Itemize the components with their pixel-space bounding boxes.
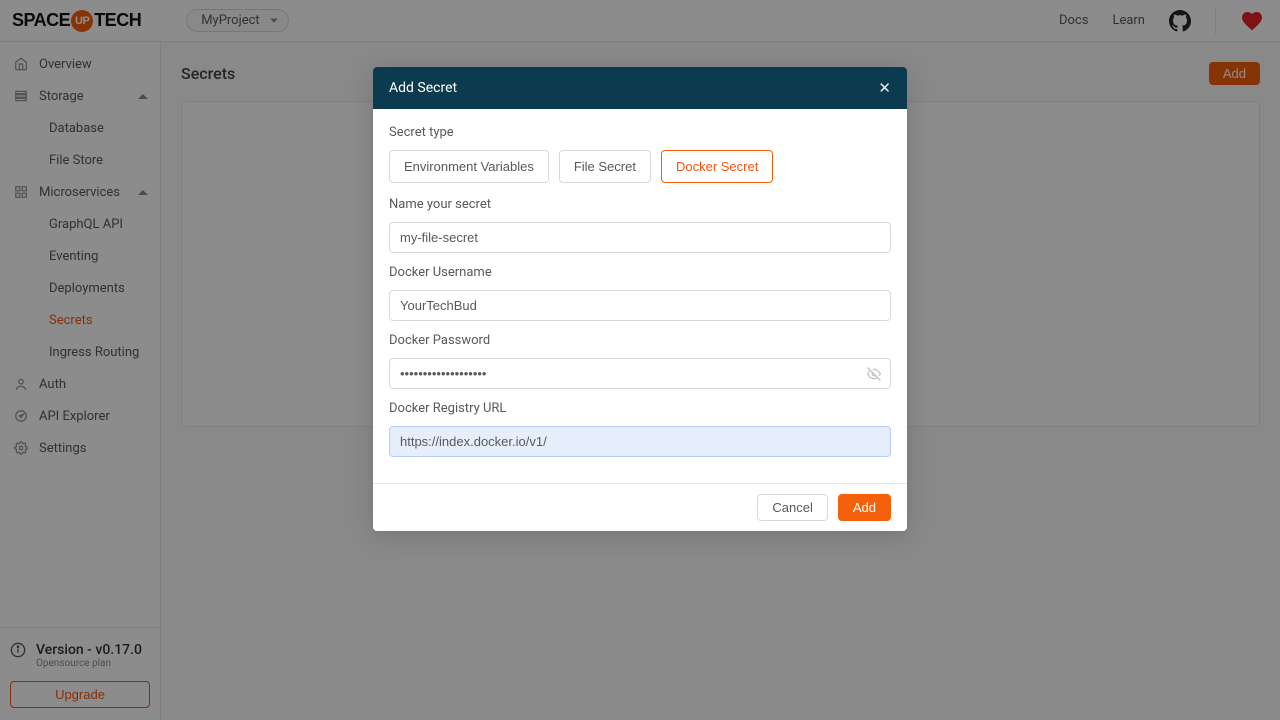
- modal-overlay[interactable]: Add Secret ✕ Secret type Environment Var…: [0, 0, 1280, 720]
- secret-name-input[interactable]: [389, 222, 891, 253]
- docker-password-input[interactable]: [389, 358, 891, 389]
- registry-url-label: Docker Registry URL: [389, 401, 891, 416]
- eye-off-icon[interactable]: [867, 367, 881, 381]
- cancel-button[interactable]: Cancel: [757, 494, 827, 521]
- secret-type-label: Secret type: [389, 125, 891, 140]
- type-env-button[interactable]: Environment Variables: [389, 150, 549, 183]
- username-label: Docker Username: [389, 265, 891, 280]
- close-icon[interactable]: ✕: [878, 79, 891, 97]
- password-label: Docker Password: [389, 333, 891, 348]
- modal-title: Add Secret: [389, 80, 457, 96]
- type-file-button[interactable]: File Secret: [559, 150, 651, 183]
- name-label: Name your secret: [389, 197, 891, 212]
- add-secret-button[interactable]: Add: [838, 494, 891, 521]
- modal-header: Add Secret ✕: [373, 67, 907, 109]
- type-docker-button[interactable]: Docker Secret: [661, 150, 773, 183]
- docker-registry-url-input[interactable]: [389, 426, 891, 457]
- docker-username-input[interactable]: [389, 290, 891, 321]
- add-secret-modal: Add Secret ✕ Secret type Environment Var…: [373, 67, 907, 531]
